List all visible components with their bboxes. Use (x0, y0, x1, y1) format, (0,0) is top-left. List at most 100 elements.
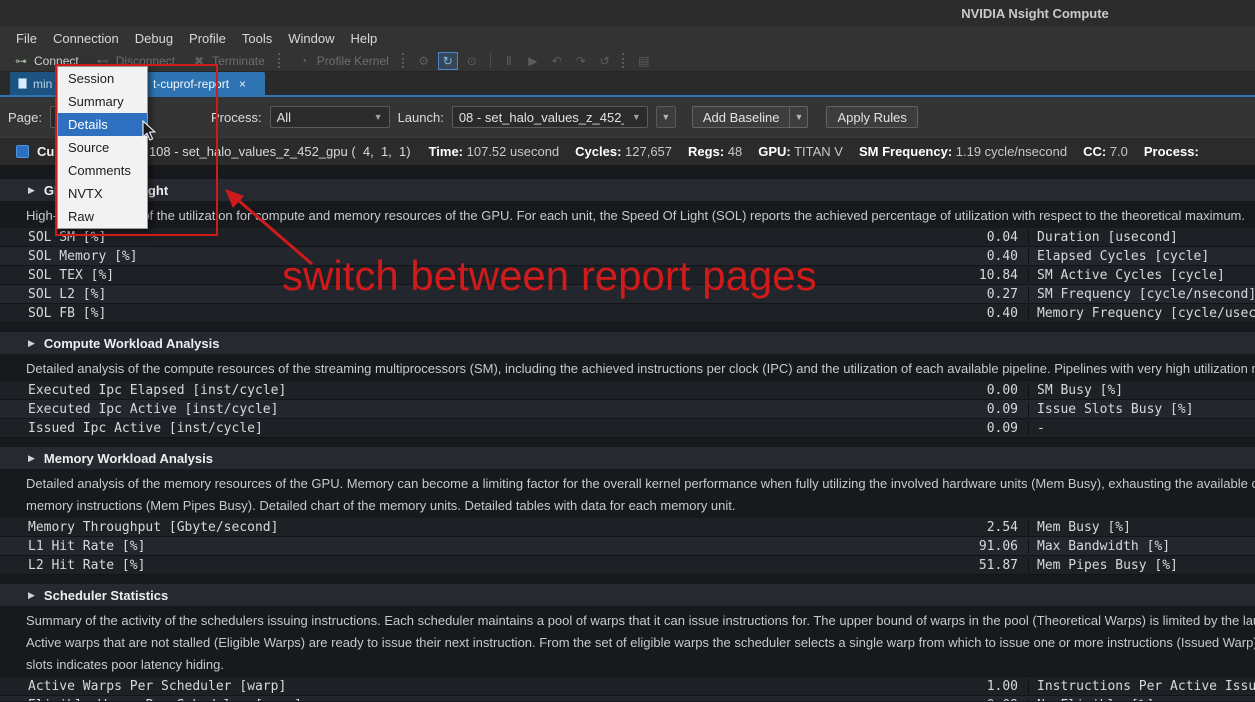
stat-regs: Regs: 48 (688, 144, 742, 159)
launch-dropdown-button[interactable]: ▼ (656, 106, 676, 128)
page-menu-item-session[interactable]: Session (58, 67, 147, 90)
api-stream-icon[interactable]: ↻ (438, 52, 458, 70)
section-title: Compute Workload Analysis (44, 336, 220, 351)
chevron-down-icon: ▼ (366, 112, 383, 122)
profile-kernel-button[interactable]: ◔Profile Kernel (289, 52, 396, 70)
profile-series-icon[interactable]: ⊙ (462, 52, 482, 70)
launch-select-value: 08 - set_halo_values_z_452_gpu (459, 110, 624, 125)
step-out-icon[interactable]: ↺ (595, 52, 615, 70)
menu-help[interactable]: Help (343, 27, 386, 50)
table-row[interactable]: Eligible Warps Per Scheduler [warp]0.09N… (0, 696, 1255, 701)
page-menu-item-details[interactable]: Details (58, 113, 147, 136)
close-icon[interactable]: × (239, 77, 246, 91)
terminate-label: Terminate (212, 54, 265, 68)
auto-profile-icon[interactable]: ⚙ (414, 52, 434, 70)
table-row[interactable]: Issued Ipc Active [inst/cycle]0.09- (0, 419, 1255, 438)
stat-cc: CC: 7.0 (1083, 144, 1128, 159)
pause-icon[interactable]: Ⅱ (499, 52, 519, 70)
profile-kernel-label: Profile Kernel (317, 54, 389, 68)
metric-name-2: Mem Pipes Busy [%] (1028, 558, 1255, 573)
stat-value: 1.19 cycle/nsecond (952, 144, 1067, 159)
metric-name-2: No Eligible [%] (1028, 698, 1255, 702)
resume-icon[interactable]: ▶ (523, 52, 543, 70)
menu-connection[interactable]: Connection (45, 27, 127, 50)
menubar: FileConnectionDebugProfileToolsWindowHel… (0, 27, 1255, 50)
stat-value: 127,657 (621, 144, 672, 159)
launch-select[interactable]: 08 - set_halo_values_z_452_gpu ▼ (452, 106, 648, 128)
menu-profile[interactable]: Profile (181, 27, 234, 50)
stat-value: 107.52 usecond (463, 144, 559, 159)
table-row[interactable]: Active Warps Per Scheduler [warp]1.00Ins… (0, 677, 1255, 696)
metric-name: Active Warps Per Scheduler [warp] (0, 679, 690, 694)
page-menu: SessionSummaryDetailsSourceCommentsNVTXR… (57, 66, 148, 229)
terminate-icon: ✖ (191, 54, 207, 68)
stat-label: Regs: (688, 144, 724, 159)
metric-name: SOL SM [%] (0, 230, 690, 245)
nsight-compute-window: { "window": { "title": "NVIDIA Nsight Co… (0, 0, 1255, 702)
section-header[interactable]: ▶ Compute Workload Analysis (0, 332, 1255, 354)
metric-value: 0.40 (690, 306, 1028, 321)
metric-name: Memory Throughput [Gbyte/second] (0, 520, 690, 535)
section-description: Summary of the activity of the scheduler… (0, 613, 1255, 628)
page-menu-item-summary[interactable]: Summary (58, 90, 147, 113)
page-menu-item-source[interactable]: Source (58, 136, 147, 159)
apply-rules-button[interactable]: Apply Rules (826, 106, 917, 128)
stat-label: Time: (429, 144, 463, 159)
metric-name-2: SM Frequency [cycle/nsecond] (1028, 287, 1255, 302)
tab-t-cuprof-report[interactable]: t-cuprof-report× (130, 72, 265, 95)
stat-gpu: GPU: TITAN V (758, 144, 843, 159)
section-scheduler-statistics: ▶Scheduler Statistics Summary of the acti… (0, 584, 1255, 701)
metric-value: 1.00 (690, 679, 1028, 694)
table-row[interactable]: SOL L2 [%]0.27SM Frequency [cycle/nsecon… (0, 285, 1255, 304)
table-row[interactable]: Executed Ipc Elapsed [inst/cycle]0.00SM … (0, 381, 1255, 400)
table-row[interactable]: L2 Hit Rate [%]51.87Mem Pipes Busy [%] (0, 556, 1255, 575)
stat-value: TITAN V (791, 144, 843, 159)
table-row[interactable]: Memory Throughput [Gbyte/second]2.54Mem … (0, 518, 1255, 537)
stat-process: Process: (1144, 144, 1199, 159)
step-over-icon[interactable]: ↷ (571, 52, 591, 70)
metric-value: 0.27 (690, 287, 1028, 302)
metric-value: 0.09 (690, 402, 1028, 417)
metric-name-2: Max Bandwidth [%] (1028, 539, 1255, 554)
section-header[interactable]: ▶GPU Speed Of Light (0, 179, 1255, 201)
section-header[interactable]: ▶Memory Workload Analysis (0, 447, 1255, 469)
add-baseline-button[interactable]: Add Baseline (692, 106, 791, 128)
menu-debug[interactable]: Debug (127, 27, 181, 50)
current-color-swatch[interactable] (16, 145, 29, 158)
page-menu-item-comments[interactable]: Comments (58, 159, 147, 182)
table-row[interactable]: L1 Hit Rate [%]91.06Max Bandwidth [%] (0, 537, 1255, 556)
process-label: Process: (211, 110, 262, 125)
menu-tools[interactable]: Tools (234, 27, 280, 50)
metric-name-2: SM Busy [%] (1028, 383, 1255, 398)
metrics-table: Executed Ipc Elapsed [inst/cycle]0.00SM … (0, 381, 1255, 438)
page-menu-item-raw[interactable]: Raw (58, 205, 147, 228)
table-row[interactable]: SOL FB [%]0.40Memory Frequency [cycle/us… (0, 304, 1255, 323)
freeze-api-icon[interactable]: ▤ (634, 52, 654, 70)
metrics-table: Active Warps Per Scheduler [warp]1.00Ins… (0, 677, 1255, 701)
section-description: slots indicates poor latency hiding. (0, 657, 1255, 672)
step-in-icon[interactable]: ↶ (547, 52, 567, 70)
tab-strip: mint-cuprof-report× (0, 72, 1255, 97)
table-row[interactable]: SOL TEX [%]10.84SM Active Cycles [cycle] (0, 266, 1255, 285)
section-memory-workload-analysis: ▶Memory Workload AnalysisDetailed analys… (0, 447, 1255, 575)
terminate-button[interactable]: ✖ Terminate (184, 52, 272, 70)
metric-value: 0.09 (690, 421, 1028, 436)
table-row[interactable]: SOL SM [%]0.04Duration [usecond] (0, 228, 1255, 247)
expander-triangle-icon: ▶ (28, 185, 35, 196)
stat-label: CC: (1083, 144, 1106, 159)
expander-triangle-icon: ▶ (28, 338, 35, 349)
apply-rules-label: Apply Rules (837, 110, 906, 125)
table-row[interactable]: Executed Ipc Active [inst/cycle]0.09Issu… (0, 400, 1255, 419)
table-row[interactable]: SOL Memory [%]0.40Elapsed Cycles [cycle] (0, 247, 1255, 266)
metric-value: 0.40 (690, 249, 1028, 264)
add-baseline-dropdown-button[interactable]: ▼ (790, 106, 808, 128)
kernel-summary-row: Current 108 - set_halo_values_z_452_gpu … (0, 137, 1255, 165)
launch-label: Launch: (398, 110, 444, 125)
page-menu-item-nvtx[interactable]: NVTX (58, 182, 147, 205)
process-select-value: All (277, 110, 291, 125)
section-header[interactable]: ▶Scheduler Statistics (0, 584, 1255, 606)
add-baseline-label: Add Baseline (703, 110, 780, 125)
process-select[interactable]: All ▼ (270, 106, 390, 128)
menu-file[interactable]: File (8, 27, 45, 50)
menu-window[interactable]: Window (280, 27, 342, 50)
